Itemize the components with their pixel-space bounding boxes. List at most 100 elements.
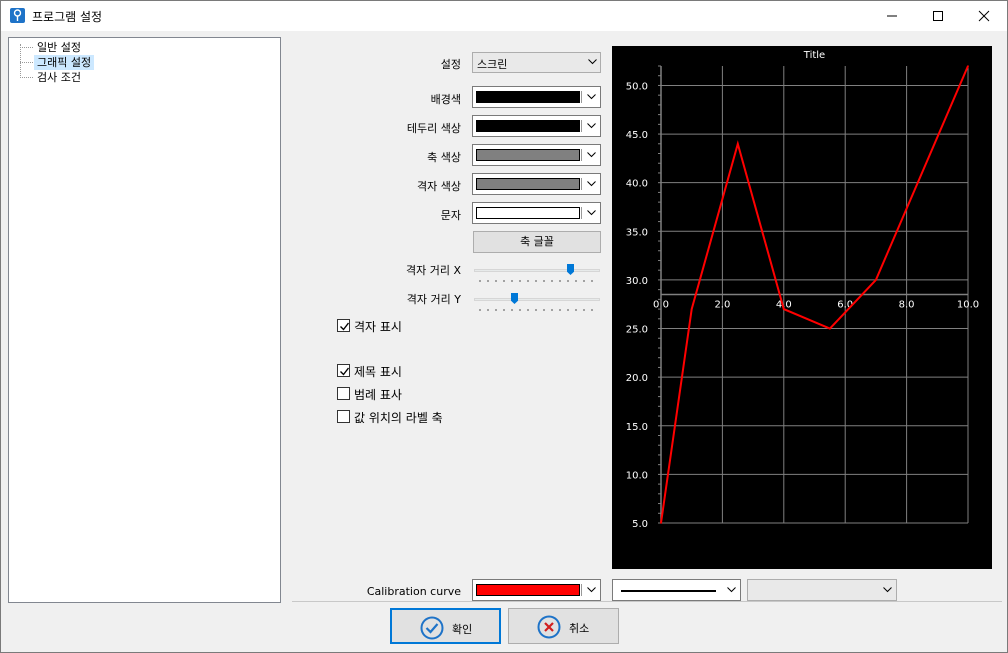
grid-x-slider[interactable] (474, 263, 600, 283)
ok-button[interactable]: 확인 (390, 608, 501, 644)
cancel-button-label: 취소 (569, 622, 590, 635)
y-tick-label: 25.0 (626, 325, 648, 336)
data-point (875, 279, 877, 281)
border-color-label: 테두리 색상 (406, 122, 461, 135)
app-icon (10, 8, 25, 23)
tree-connector (20, 62, 33, 63)
text-color-label: 문자 (440, 209, 461, 222)
chevron-down-icon (587, 587, 596, 593)
grid-y-slider[interactable] (474, 292, 600, 312)
slider-thumb[interactable] (567, 264, 574, 275)
tree-connector (20, 47, 33, 48)
y-tick-label: 20.0 (626, 373, 648, 384)
color-swatch (476, 120, 580, 132)
divider (581, 149, 582, 161)
chevron-down-icon (587, 123, 596, 129)
tree-connector (20, 77, 33, 78)
chevron-down-icon (727, 587, 736, 593)
divider (581, 120, 582, 132)
divider (581, 584, 582, 596)
window-title: 프로그램 설정 (32, 10, 103, 24)
grid-y-label: 격자 거리 Y (406, 293, 461, 306)
chart-svg: Title0.02.04.06.08.010.05.010.015.020.02… (626, 50, 979, 530)
divider (581, 91, 582, 103)
line-width-select[interactable] (747, 579, 897, 601)
x-tick-label: 8.0 (899, 300, 915, 311)
checkbox-box (337, 319, 350, 332)
checkbox-box (337, 364, 350, 377)
settings-tree[interactable]: 일반 설정 그래픽 설정 검사 조건 (8, 37, 281, 603)
data-point (690, 308, 693, 310)
tree-item-label: 검사 조건 (37, 71, 81, 84)
settings-window: 프로그램 설정 일반 설정 그래픽 설정 검사 조건 설정 스크린 배경색 테두… (0, 0, 1008, 653)
x-tick-label: 10.0 (957, 300, 979, 311)
maximize-icon (933, 11, 943, 21)
chevron-down-icon (587, 181, 596, 187)
color-swatch (476, 178, 580, 190)
close-button[interactable] (961, 1, 1007, 31)
chevron-down-icon (587, 94, 596, 100)
y-tick-label: 5.0 (632, 519, 648, 530)
slider-ticks (476, 280, 598, 282)
data-point (783, 308, 785, 310)
ok-button-label: 확인 (452, 623, 473, 636)
background-color-label: 배경색 (430, 93, 461, 106)
checkbox-box (337, 410, 350, 423)
check-icon (340, 367, 350, 376)
color-swatch (476, 91, 580, 103)
maximize-button[interactable] (915, 1, 961, 31)
grid-color-label: 격자 색상 (417, 180, 461, 193)
line-style-select[interactable] (612, 579, 741, 601)
y-tick-label: 30.0 (626, 276, 648, 287)
y-tick-label: 35.0 (626, 227, 648, 238)
text-color-picker[interactable] (472, 202, 601, 224)
x-tick-label: 2.0 (714, 300, 730, 311)
checkbox-label: 범례 표사 (354, 388, 402, 402)
background-color-picker[interactable] (472, 86, 601, 108)
data-point (829, 327, 831, 330)
checkbox-box (337, 387, 350, 400)
calibration-label: Calibration curve (366, 585, 461, 598)
color-swatch (476, 584, 580, 596)
data-point (736, 142, 739, 145)
calibration-color-picker[interactable] (472, 579, 601, 601)
y-tick-label: 15.0 (626, 422, 648, 433)
axis-color-picker[interactable] (472, 144, 601, 166)
y-tick-label: 50.0 (626, 81, 648, 92)
check-icon (340, 322, 350, 331)
slider-ticks (476, 309, 598, 311)
border-color-picker[interactable] (472, 115, 601, 137)
slider-track (474, 298, 600, 301)
checkbox-label: 값 위치의 라벨 축 (354, 411, 443, 425)
data-point (660, 522, 662, 524)
title-bar: 프로그램 설정 (1, 1, 1007, 31)
slider-thumb[interactable] (511, 293, 518, 304)
grid-color-picker[interactable] (472, 173, 601, 195)
tree-connector (20, 44, 21, 76)
cancel-button[interactable]: 취소 (508, 608, 619, 644)
data-point (967, 65, 969, 67)
minimize-icon (887, 15, 897, 17)
checkbox-label: 제목 표시 (354, 365, 402, 379)
check-circle-icon (420, 616, 444, 640)
y-tick-label: 40.0 (626, 179, 648, 190)
grid-x-label: 격자 거리 X (405, 264, 461, 277)
slider-track (474, 269, 600, 272)
checkbox-label: 격자 표시 (354, 320, 402, 334)
chevron-down-icon (883, 587, 892, 593)
line-style-sample (621, 590, 716, 592)
cancel-circle-icon (537, 615, 561, 639)
setting-select[interactable]: 스크린 (472, 52, 601, 73)
minimize-button[interactable] (869, 1, 915, 31)
y-tick-label: 10.0 (626, 470, 648, 481)
setting-label: 설정 (440, 58, 461, 71)
axis-color-label: 축 색상 (427, 151, 461, 164)
tree-item-label: 그래픽 설정 (34, 55, 95, 70)
axis-font-button[interactable]: 축 글꼴 (473, 231, 601, 253)
divider (581, 178, 582, 190)
tree-item-label: 일반 설정 (37, 41, 81, 54)
divider (292, 601, 1002, 602)
setting-select-value: 스크린 (477, 58, 508, 71)
divider (581, 207, 582, 219)
chevron-down-icon (587, 152, 596, 158)
